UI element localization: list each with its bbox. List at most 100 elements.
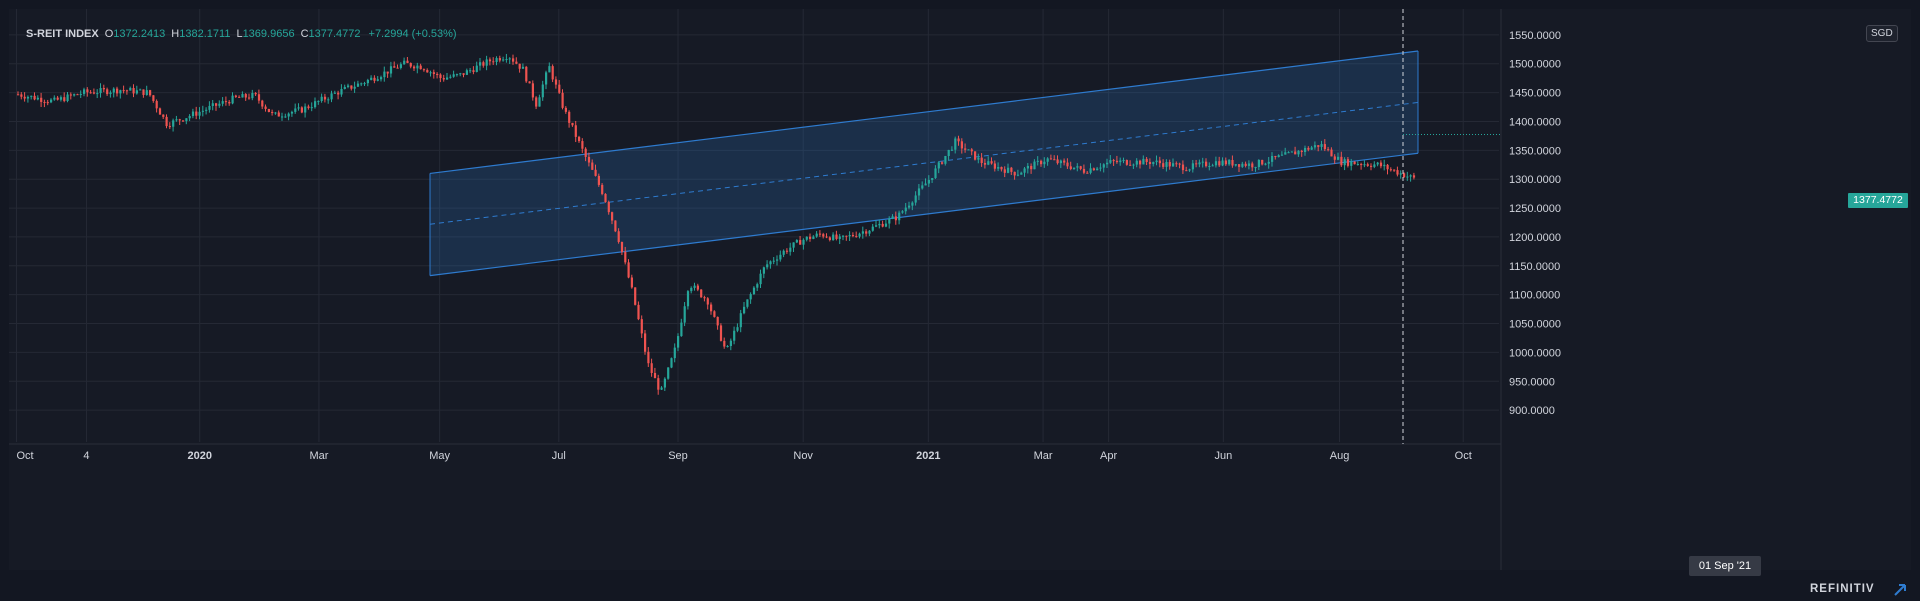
candle-body: [168, 126, 171, 128]
candle-body: [165, 116, 168, 127]
candle-body: [574, 125, 577, 137]
x-tick-label: Apr: [1100, 450, 1117, 462]
candle-body: [1049, 158, 1053, 160]
candle-body: [360, 83, 363, 85]
candle-body: [416, 65, 419, 69]
candle-body: [30, 95, 33, 97]
candle-body: [482, 62, 485, 66]
candle-body: [221, 101, 224, 104]
currency-badge[interactable]: SGD: [1866, 25, 1898, 42]
x-tick-label: 2020: [187, 450, 211, 462]
candle-body: [970, 149, 973, 152]
candle-body: [241, 94, 244, 98]
candle-body: [858, 233, 861, 237]
candle-body: [1290, 151, 1293, 153]
candle-body: [439, 74, 442, 79]
candle-body: [990, 161, 993, 164]
candle-body: [475, 65, 478, 72]
candle-body: [422, 69, 426, 71]
candle-body: [396, 67, 399, 69]
ohlc-legend: S-REIT INDEX O 1372.2413 H 1382.1711 L 1…: [26, 28, 457, 40]
candle-body: [604, 193, 607, 203]
candle-body: [251, 92, 254, 99]
candle-body: [1350, 161, 1353, 166]
candle-body: [795, 240, 798, 243]
candle-body: [739, 313, 742, 328]
candle-body: [960, 141, 963, 149]
candle-body: [393, 66, 396, 68]
candle-body: [119, 90, 122, 94]
candle-body: [442, 78, 445, 80]
candle-body: [934, 168, 937, 178]
candle-body: [802, 239, 805, 245]
candle-body: [502, 59, 505, 61]
candle-body: [1007, 167, 1010, 173]
candle-body: [73, 94, 76, 96]
candle-body: [1020, 172, 1023, 175]
candle-body: [1125, 160, 1128, 165]
y-tick-label: 1000.0000: [1509, 347, 1561, 359]
candle-body: [297, 107, 300, 109]
candle-body: [132, 87, 135, 94]
candle-body: [904, 207, 907, 212]
candle-body: [650, 363, 653, 373]
symbol-name[interactable]: S-REIT INDEX: [26, 28, 99, 40]
candle-body: [1056, 159, 1059, 164]
candle-body: [789, 247, 792, 252]
candle-body: [1191, 163, 1194, 170]
candle-body: [1211, 165, 1214, 167]
price-chart[interactable]: 1550.0000 1500.0000 1450.0000 1400.0000 1350…: [9, 9, 1911, 570]
candle-body: [950, 149, 954, 151]
candle-body: [122, 90, 125, 92]
candle-body: [911, 202, 914, 206]
y-tick-label: 1300.0000: [1509, 174, 1561, 186]
crosshair-date-label: 01 Sep '21: [1689, 556, 1761, 576]
candle-body: [116, 88, 119, 94]
candle-body: [1205, 161, 1208, 167]
candle-body: [300, 107, 303, 113]
candle-body: [1333, 156, 1336, 160]
candle-body: [719, 325, 723, 341]
candle-body: [1086, 172, 1089, 174]
candle-body: [591, 162, 594, 170]
candle-body: [1181, 164, 1185, 171]
candle-body: [670, 358, 673, 368]
candle-body: [914, 195, 917, 203]
candle-body: [1379, 162, 1383, 167]
candle-body: [1079, 166, 1082, 169]
candle-body: [1208, 166, 1211, 168]
candle-body: [1175, 163, 1178, 165]
candle-body: [541, 84, 544, 98]
candle-body: [191, 111, 195, 117]
candle-body: [469, 70, 472, 72]
candle-body: [1406, 176, 1409, 178]
candle-body: [521, 66, 525, 69]
candle-body: [1000, 166, 1003, 170]
candle-body: [257, 94, 261, 101]
candle-body: [848, 234, 851, 237]
candle-body: [1307, 147, 1310, 150]
candle-body: [287, 113, 290, 117]
candle-body: [399, 64, 402, 68]
candle-body: [1082, 168, 1086, 173]
candle-body: [1257, 159, 1260, 168]
candle-body: [1366, 164, 1369, 166]
candle-body: [26, 96, 30, 99]
candle-body: [149, 90, 152, 96]
chart-panel[interactable]: 1550.0000 1500.0000 1450.0000 1400.0000 1350…: [9, 9, 1911, 576]
candle-body: [244, 94, 247, 98]
candle-body: [1066, 162, 1069, 167]
candle-body: [1327, 149, 1330, 151]
candle-body: [238, 96, 241, 98]
candle-body: [46, 102, 49, 104]
candle-body: [997, 166, 1000, 169]
candle-body: [875, 225, 878, 227]
candle-body: [924, 183, 927, 186]
candle-body: [498, 58, 501, 61]
candle-body: [33, 95, 36, 100]
candle-body: [894, 216, 897, 221]
candle-body: [835, 234, 838, 239]
candle-body: [317, 100, 320, 102]
candle-body: [538, 97, 541, 107]
x-tick-label: Oct: [16, 450, 33, 462]
